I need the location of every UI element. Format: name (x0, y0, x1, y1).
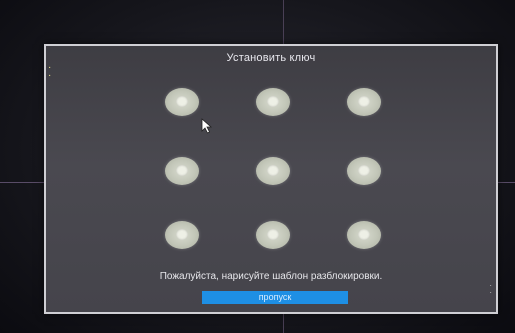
pattern-dot-2[interactable] (256, 88, 290, 116)
mouse-pointer-icon (201, 118, 213, 134)
dialog-title: Установить ключ (226, 52, 316, 64)
pattern-hint-text: Пожалуйста, нарисуйте шаблон разблокиров… (159, 271, 383, 282)
skip-button[interactable]: пропуск (202, 291, 348, 304)
pattern-dot-9[interactable] (347, 221, 381, 249)
pattern-dot-6[interactable] (347, 157, 381, 185)
pattern-dot-3[interactable] (347, 88, 381, 116)
pattern-dot-7[interactable] (165, 221, 199, 249)
pattern-dot-5[interactable] (256, 157, 290, 185)
side-marker-right: · · (489, 281, 492, 297)
set-pattern-dialog: Установить ключ · · Пожалуйста, нарисуйте… (44, 44, 498, 314)
side-marker: · · (48, 62, 52, 81)
pattern-dot-8[interactable] (256, 221, 290, 249)
dvr-screen: Установить ключ · · Пожалуйста, нарисуйте… (0, 0, 515, 333)
pattern-dot-4[interactable] (165, 157, 199, 185)
pattern-dot-1[interactable] (165, 88, 199, 116)
